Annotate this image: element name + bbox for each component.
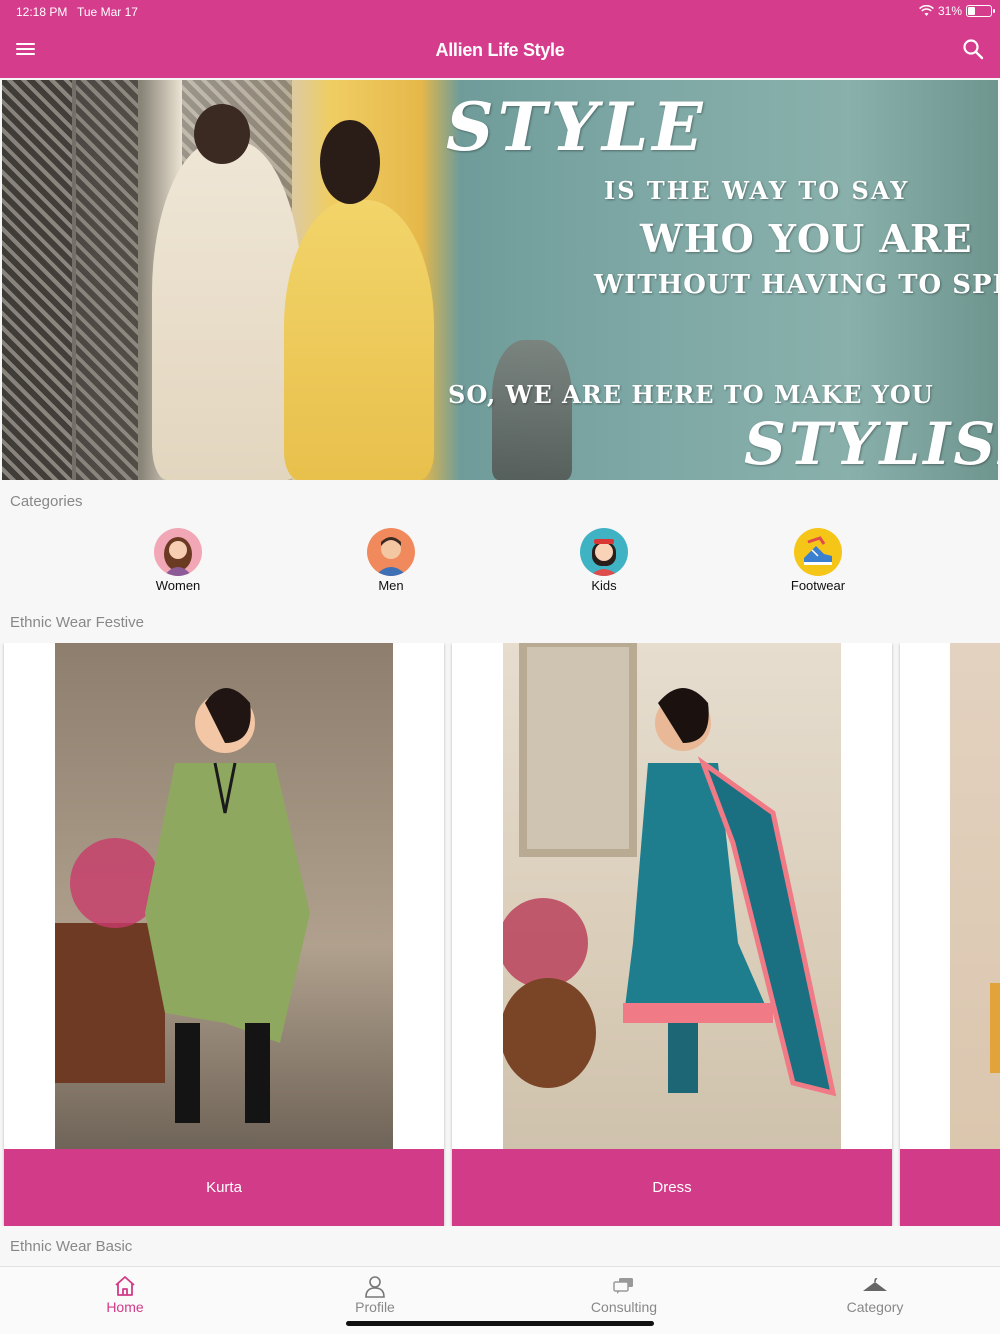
banner-text-style: STYLE <box>446 88 707 166</box>
model-head <box>194 104 250 164</box>
battery-percent: 31% <box>937 4 962 18</box>
nav-label: Category <box>846 1299 904 1315</box>
category-label: Kids <box>591 578 617 593</box>
status-date: Tue Mar 17 <box>77 5 138 19</box>
model-head <box>320 120 380 204</box>
product-image <box>503 643 841 1149</box>
banner-text-who: WHO YOU ARE <box>640 216 973 261</box>
nav-label: Home <box>106 1299 144 1315</box>
chat-icon <box>613 1278 633 1294</box>
product-card-partial[interactable] <box>900 643 1000 1226</box>
search-button[interactable] <box>962 38 988 64</box>
category-label: Men <box>378 578 404 593</box>
nav-home[interactable]: Home <box>55 1273 195 1315</box>
search-icon <box>963 39 984 60</box>
status-bar: 12:18 PM Tue Mar 17 31% <box>0 0 1000 24</box>
banner-text-way: IS THE WAY TO SAY <box>604 176 910 205</box>
nav-category[interactable]: Category <box>805 1273 945 1315</box>
carved-screen-panel <box>2 80 72 480</box>
nav-consulting[interactable]: Consulting <box>554 1273 694 1315</box>
product-card-kurta[interactable]: Kurta <box>4 643 444 1226</box>
lantern-decor <box>492 340 572 480</box>
status-time: 12:18 PM <box>16 5 68 19</box>
banner-text-so: SO, WE ARE HERE TO MAKE YOU <box>448 380 934 409</box>
nav-label: Profile <box>355 1299 395 1315</box>
model-figure-yellow <box>284 200 434 480</box>
ethnic-festive-carousel[interactable]: Kurta Dress <box>0 643 1000 1226</box>
categories-title: Categories <box>10 493 83 510</box>
ethnic-festive-title: Ethnic Wear Festive <box>10 614 144 631</box>
battery-icon <box>966 5 995 17</box>
product-caption <box>900 1149 1000 1226</box>
category-men[interactable]: Men <box>331 528 451 593</box>
app-bar: 12:18 PM Tue Mar 17 31% Allien Life Styl… <box>0 0 1000 78</box>
wifi-icon <box>919 5 934 16</box>
product-image <box>55 643 393 1149</box>
status-right: 31% <box>919 4 995 18</box>
carved-screen-panel <box>76 80 138 480</box>
man-avatar-icon <box>367 528 415 576</box>
banner-text-without: WITHOUT HAVING TO SPEAK. <box>594 270 998 300</box>
hanger-icon <box>863 1278 887 1291</box>
product-caption: Kurta <box>4 1149 444 1226</box>
woman-avatar-icon <box>154 528 202 576</box>
product-caption: Dress <box>452 1149 892 1226</box>
model-figure-white <box>152 140 302 480</box>
home-icon <box>115 1276 135 1296</box>
category-label: Women <box>155 578 201 593</box>
category-footwear[interactable]: Footwear <box>758 528 878 593</box>
category-kids[interactable]: Kids <box>544 528 664 593</box>
kid-avatar-icon <box>580 528 628 576</box>
category-label: Footwear <box>790 578 846 593</box>
profile-icon <box>365 1276 385 1298</box>
categories-row: Women Men Kids Footwear <box>0 528 1000 600</box>
nav-profile[interactable]: Profile <box>305 1273 445 1315</box>
product-image <box>950 643 1000 1149</box>
category-women[interactable]: Women <box>118 528 238 593</box>
shoe-icon <box>794 528 842 576</box>
nav-label: Consulting <box>590 1299 658 1315</box>
ethnic-basic-title: Ethnic Wear Basic <box>10 1238 133 1255</box>
product-card-dress[interactable]: Dress <box>452 643 892 1226</box>
hero-banner[interactable]: STYLE IS THE WAY TO SAY WHO YOU ARE WITH… <box>2 80 998 480</box>
app-title: Allien Life Style <box>435 40 565 60</box>
home-indicator[interactable] <box>346 1321 654 1326</box>
banner-text-stylish: STYLISH. <box>744 410 998 478</box>
